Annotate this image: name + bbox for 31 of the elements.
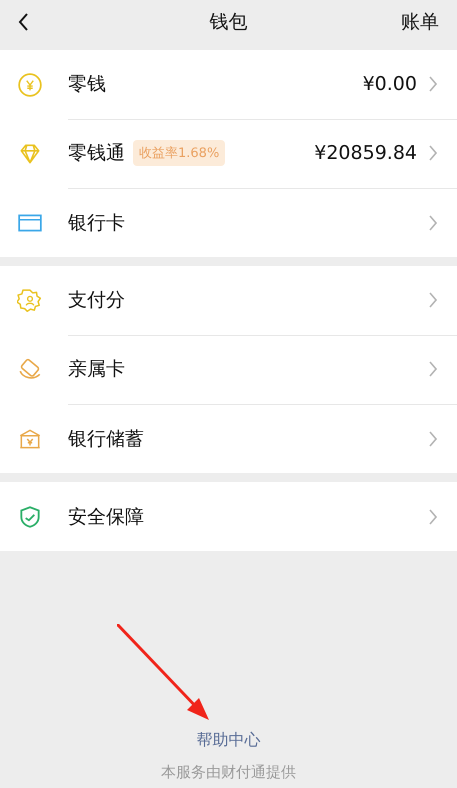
menu-item[interactable]: 银行储蓄 [0,404,457,473]
chevron-icon [429,214,437,230]
help-center-link[interactable]: 帮助中心 [196,730,260,751]
back-icon [18,13,29,31]
menu-item[interactable]: 零钱通 收益率1.68% ¥20859.84 [0,119,457,188]
chevron-icon [429,508,437,524]
provider-note: 本服务由财付通提供 [161,763,296,782]
item-label: 支付分 [68,288,125,313]
menu-item[interactable]: 安全保障 [0,482,457,551]
bill-button[interactable]: 账单 [401,9,439,35]
coin-icon [17,72,43,98]
chevron-icon [429,430,437,446]
chevron-icon [429,76,437,92]
chevron-icon [429,292,437,308]
item-label: 安全保障 [68,504,144,530]
menu-item[interactable]: 零钱 ¥0.00 [0,50,457,119]
menu-item[interactable]: 支付分 [0,266,457,335]
item-label: 银行卡 [68,210,125,236]
item-label: 零钱 [68,72,106,97]
menu-item[interactable]: 亲属卡 [0,335,457,404]
menu-item[interactable]: 银行卡 [0,188,457,257]
chevron-icon [429,145,437,161]
chevron-icon [429,361,437,377]
balance-amount: ¥20859.84 [314,142,417,164]
item-label: 银行储蓄 [68,426,144,452]
rate-badge: 收益率1.68% [133,140,226,166]
item-label: 亲属卡 [68,357,125,382]
page-title: 钱包 [210,10,248,35]
item-label: 零钱通 [68,141,125,166]
balance-amount: ¥0.00 [362,73,417,95]
badge-icon [17,288,43,314]
